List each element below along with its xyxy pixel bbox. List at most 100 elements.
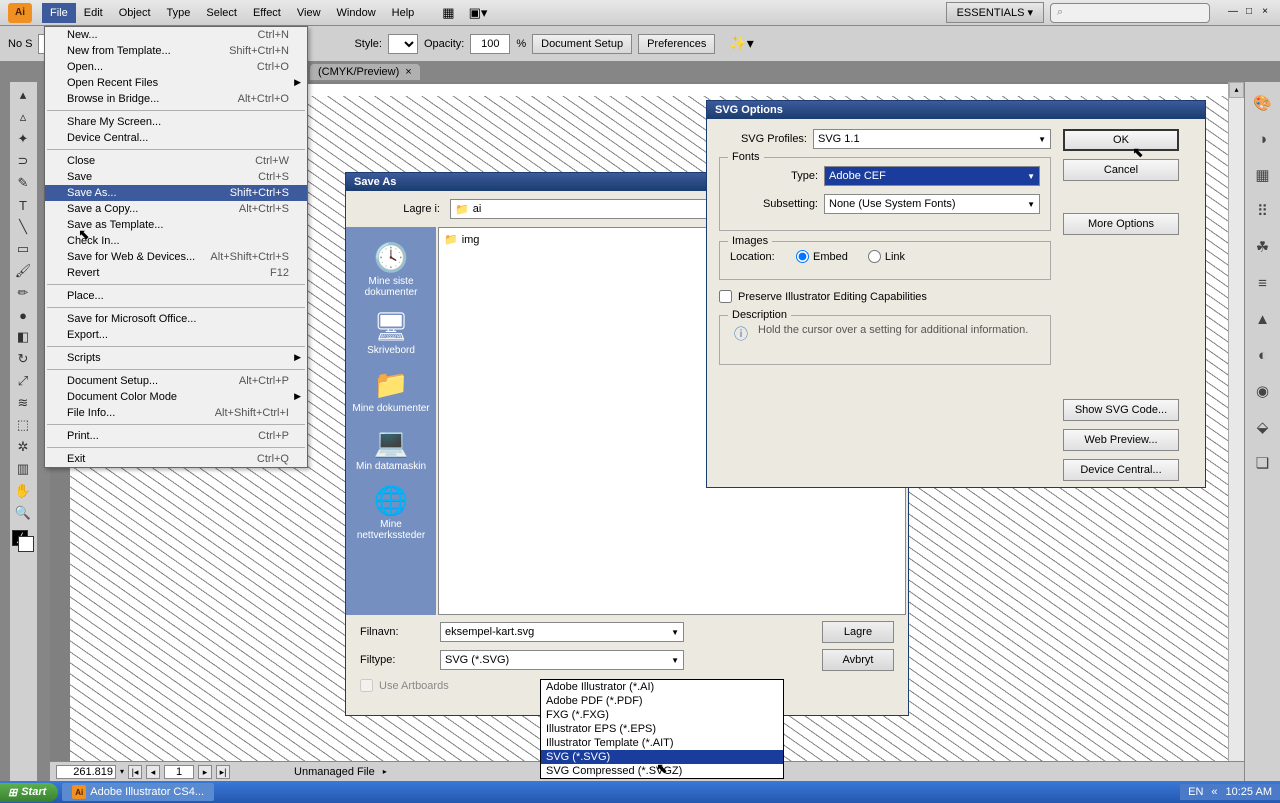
system-tray[interactable]: EN « 10:25 AM <box>1180 784 1280 800</box>
graphic-styles-icon[interactable]: ⬙ <box>1252 416 1274 438</box>
web-preview-button[interactable]: Web Preview... <box>1063 429 1179 451</box>
menu-item-save[interactable]: SaveCtrl+S <box>45 169 307 185</box>
cancel-button[interactable]: Cancel <box>1063 159 1179 181</box>
transparency-icon[interactable]: ◐ <box>1252 344 1274 366</box>
menu-help[interactable]: Help <box>384 3 423 23</box>
place-mine-dokumenter[interactable]: 📁Mine dokumenter <box>351 364 431 418</box>
menu-item-share-my-screen-[interactable]: Share My Screen... <box>45 114 307 130</box>
swatches-icon[interactable]: ▦ <box>1252 164 1274 186</box>
style-select[interactable] <box>388 34 418 54</box>
menu-item-document-color-mode[interactable]: Document Color Mode▶ <box>45 389 307 405</box>
menu-window[interactable]: Window <box>329 3 384 23</box>
warp-tool-icon[interactable]: ≋ <box>10 392 36 414</box>
color-panel-icon[interactable]: 🎨 <box>1252 92 1274 114</box>
prev-page-button[interactable]: ◂ <box>146 765 160 779</box>
place-mine-nettverkssteder[interactable]: 🌐Mine nettverkssteder <box>351 480 431 545</box>
stroke-panel-icon[interactable]: ≡ <box>1252 272 1274 294</box>
eraser-tool-icon[interactable]: ◧ <box>10 326 36 348</box>
selection-tool-icon[interactable]: ▴ <box>10 84 36 106</box>
menu-item-device-central-[interactable]: Device Central... <box>45 130 307 146</box>
menu-item-scripts[interactable]: Scripts▶ <box>45 350 307 366</box>
free-transform-tool-icon[interactable]: ⬚ <box>10 414 36 436</box>
place-min-datamaskin[interactable]: 💻Min datamaskin <box>351 422 431 476</box>
menu-item-document-setup-[interactable]: Document Setup...Alt+Ctrl+P <box>45 373 307 389</box>
gradient-icon[interactable]: ▲ <box>1252 308 1274 330</box>
link-radio[interactable]: Link <box>868 250 905 263</box>
svg-profiles-combo[interactable]: SVG 1.1▼ <box>813 129 1051 149</box>
graph-tool-icon[interactable]: ▥ <box>10 458 36 480</box>
page-input[interactable] <box>164 765 194 779</box>
document-setup-button[interactable]: Document Setup <box>532 34 632 54</box>
menu-type[interactable]: Type <box>159 3 199 23</box>
direct-selection-tool-icon[interactable]: ▵ <box>10 106 36 128</box>
filename-input[interactable]: eksempel-kart.svg▼ <box>440 622 684 642</box>
pencil-tool-icon[interactable]: ✏ <box>10 282 36 304</box>
filetype-option[interactable]: Adobe Illustrator (*.AI) <box>541 680 783 694</box>
rectangle-tool-icon[interactable]: ▭ <box>10 238 36 260</box>
opacity-input[interactable] <box>470 34 510 54</box>
menu-item-place-[interactable]: Place... <box>45 288 307 304</box>
menu-item-save-a-copy-[interactable]: Save a Copy...Alt+Ctrl+S <box>45 201 307 217</box>
menu-item-save-as-template-[interactable]: Save as Template... <box>45 217 307 233</box>
menu-item-close[interactable]: CloseCtrl+W <box>45 153 307 169</box>
filetype-option[interactable]: SVG (*.SVG) <box>541 750 783 764</box>
color-guide-icon[interactable]: ◑ <box>1252 128 1274 150</box>
paintbrush-tool-icon[interactable]: 🖌 <box>10 260 36 282</box>
close-icon[interactable]: × <box>1258 6 1272 20</box>
filetype-option[interactable]: FXG (*.FXG) <box>541 708 783 722</box>
device-central-button[interactable]: Device Central... <box>1063 459 1179 481</box>
tray-expand-icon[interactable]: « <box>1211 786 1217 798</box>
tab-close-icon[interactable]: × <box>405 66 411 78</box>
brushes-icon[interactable]: ⠿ <box>1252 200 1274 222</box>
place-mine-siste-dokumenter[interactable]: 🕓Mine siste dokumenter <box>351 237 431 302</box>
symbol-sprayer-tool-icon[interactable]: ✲ <box>10 436 36 458</box>
scroll-up-icon[interactable]: ▴ <box>1229 82 1244 98</box>
filetype-option[interactable]: Illustrator EPS (*.EPS) <box>541 722 783 736</box>
last-page-button[interactable]: ▸| <box>216 765 230 779</box>
rotate-tool-icon[interactable]: ↻ <box>10 348 36 370</box>
menu-item-new-[interactable]: New...Ctrl+N <box>45 27 307 43</box>
minimize-icon[interactable]: — <box>1226 6 1240 20</box>
menu-item-browse-in-bridge-[interactable]: Browse in Bridge...Alt+Ctrl+O <box>45 91 307 107</box>
zoom-tool-icon[interactable]: 🔍 <box>10 502 36 524</box>
vertical-scrollbar[interactable]: ▴ <box>1228 82 1244 761</box>
menu-select[interactable]: Select <box>198 3 245 23</box>
menu-item-save-for-microsoft-office-[interactable]: Save for Microsoft Office... <box>45 311 307 327</box>
filetype-combo[interactable]: SVG (*.SVG)▼ <box>440 650 684 670</box>
menu-item-new-from-template-[interactable]: New from Template...Shift+Ctrl+N <box>45 43 307 59</box>
menu-item-revert[interactable]: RevertF12 <box>45 265 307 281</box>
filetype-option[interactable]: Adobe PDF (*.PDF) <box>541 694 783 708</box>
type-tool-icon[interactable]: T <box>10 194 36 216</box>
menu-effect[interactable]: Effect <box>245 3 289 23</box>
first-page-button[interactable]: |◂ <box>128 765 142 779</box>
subsetting-combo[interactable]: None (Use System Fonts)▼ <box>824 194 1040 214</box>
menu-item-check-in-[interactable]: Check In... <box>45 233 307 249</box>
arrange-icon[interactable]: ▣▾ <box>469 5 488 21</box>
ok-button[interactable]: OK <box>1063 129 1179 151</box>
filetype-option[interactable]: Illustrator Template (*.AIT) <box>541 736 783 750</box>
language-indicator[interactable]: EN <box>1188 786 1203 798</box>
blob-brush-tool-icon[interactable]: ● <box>10 304 36 326</box>
layers-icon[interactable]: ❏ <box>1252 452 1274 474</box>
zoom-input[interactable] <box>56 765 116 779</box>
embed-radio[interactable]: Embed <box>796 250 848 263</box>
workspace-switcher[interactable]: ESSENTIALS ▾ <box>946 2 1044 23</box>
symbols-icon[interactable]: ☘ <box>1252 236 1274 258</box>
preserve-checkbox[interactable]: Preserve Illustrator Editing Capabilitie… <box>719 290 1051 303</box>
menu-item-exit[interactable]: ExitCtrl+Q <box>45 451 307 467</box>
menu-file[interactable]: File <box>42 3 76 23</box>
next-page-button[interactable]: ▸ <box>198 765 212 779</box>
menu-item-open-[interactable]: Open...Ctrl+O <box>45 59 307 75</box>
menu-item-file-info-[interactable]: File Info...Alt+Shift+Ctrl+I <box>45 405 307 421</box>
line-tool-icon[interactable]: ╲ <box>10 216 36 238</box>
wand-icon[interactable]: ✨▾ <box>729 35 753 52</box>
bridge-icon[interactable]: ▦ <box>442 5 454 21</box>
lasso-tool-icon[interactable]: ⊃ <box>10 150 36 172</box>
fill-stroke-swatch[interactable]: ╱ <box>12 530 34 552</box>
menu-view[interactable]: View <box>289 3 329 23</box>
avbryt-button[interactable]: Avbryt <box>822 649 894 671</box>
lagre-button[interactable]: Lagre <box>822 621 894 643</box>
preferences-button[interactable]: Preferences <box>638 34 715 54</box>
menu-edit[interactable]: Edit <box>76 3 111 23</box>
maximize-icon[interactable]: □ <box>1242 6 1256 20</box>
